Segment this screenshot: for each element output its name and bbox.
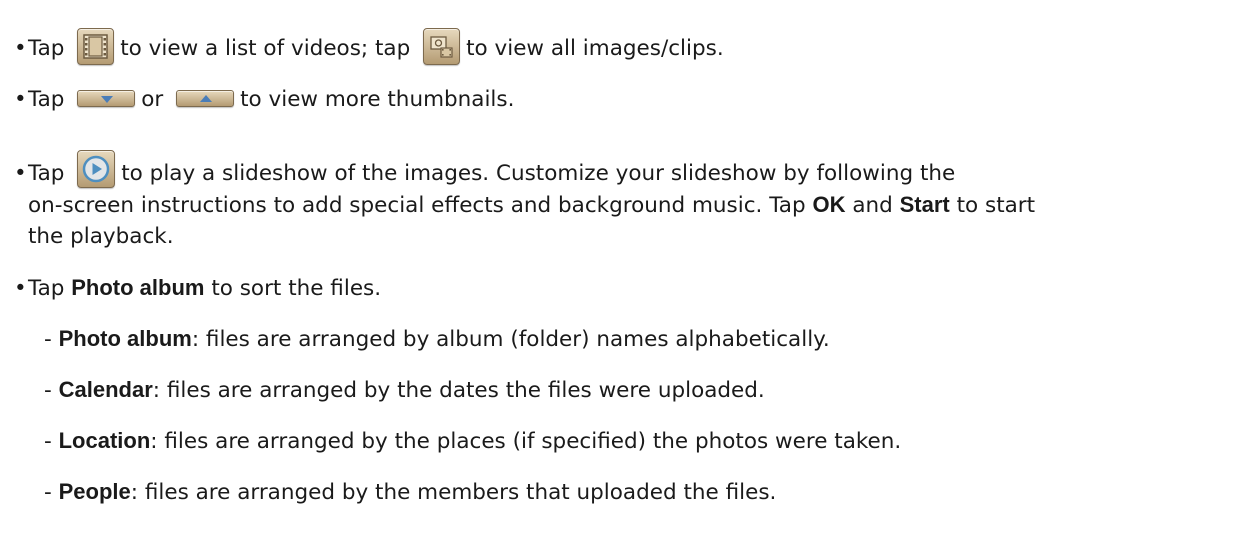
instruction-line-4: on-screen instructions to add special ef… — [14, 188, 1237, 223]
instruction-line-6: •Tap Photo album to sort the files. — [14, 271, 1237, 306]
play-icon — [77, 150, 116, 188]
dash: - — [44, 480, 52, 505]
term-photo-album: Photo album — [58, 326, 192, 351]
photo-album-label: Photo album — [71, 275, 205, 300]
text: : files are arranged by the members that… — [130, 480, 777, 505]
text: the playback. — [28, 224, 174, 249]
instruction-line-3: •Tap to play a slideshow of the images. … — [14, 150, 1237, 191]
bullet: • — [14, 87, 27, 112]
bullet: • — [14, 36, 27, 61]
arrow-down-icon — [77, 90, 136, 107]
dash: - — [44, 378, 52, 403]
text: to view a list of videos; tap — [120, 36, 411, 61]
text: to view all images/clips. — [466, 36, 724, 61]
instruction-line-2: •Tap or to view more thumbnails. — [14, 83, 1237, 117]
instruction-line-5: the playback. — [14, 220, 1237, 254]
term-calendar: Calendar — [58, 377, 153, 402]
start-label: Start — [899, 192, 950, 217]
text: and — [852, 193, 893, 218]
text: Tap — [28, 161, 65, 186]
text: : files are arranged by album (folder) n… — [191, 327, 830, 352]
dash: - — [44, 327, 52, 352]
text: Tap — [28, 36, 65, 61]
text: : files are arranged by the dates the fi… — [152, 378, 765, 403]
sub-line-location: - Location: files are arranged by the pl… — [44, 424, 1237, 459]
bullet: • — [14, 161, 27, 186]
sub-line-people: - People: files are arranged by the memb… — [44, 475, 1237, 510]
sub-line-photo-album: - Photo album: files are arranged by alb… — [44, 322, 1237, 357]
text: : files are arranged by the places (if s… — [150, 429, 902, 454]
text: to play a slideshow of the images. Custo… — [121, 161, 956, 186]
arrow-up-icon — [176, 90, 235, 107]
text: Tap — [28, 87, 65, 112]
text: Tap — [28, 276, 65, 301]
instruction-line-1: •Tap to view a list of videos; tap to vi… — [14, 27, 1237, 66]
film-icon — [77, 27, 115, 65]
dash: - — [44, 429, 52, 454]
text: to view more thumbnails. — [240, 87, 515, 112]
text: on-screen instructions to add special ef… — [28, 193, 806, 218]
image-clip-icon — [423, 27, 461, 65]
text: to start — [956, 193, 1036, 218]
term-people: People — [58, 479, 131, 504]
ok-label: OK — [812, 192, 846, 217]
sub-line-calendar: - Calendar: files are arranged by the da… — [44, 373, 1237, 408]
text: to sort the files. — [211, 276, 382, 301]
term-location: Location — [58, 428, 151, 453]
text: or — [141, 87, 164, 112]
bullet: • — [14, 276, 27, 301]
